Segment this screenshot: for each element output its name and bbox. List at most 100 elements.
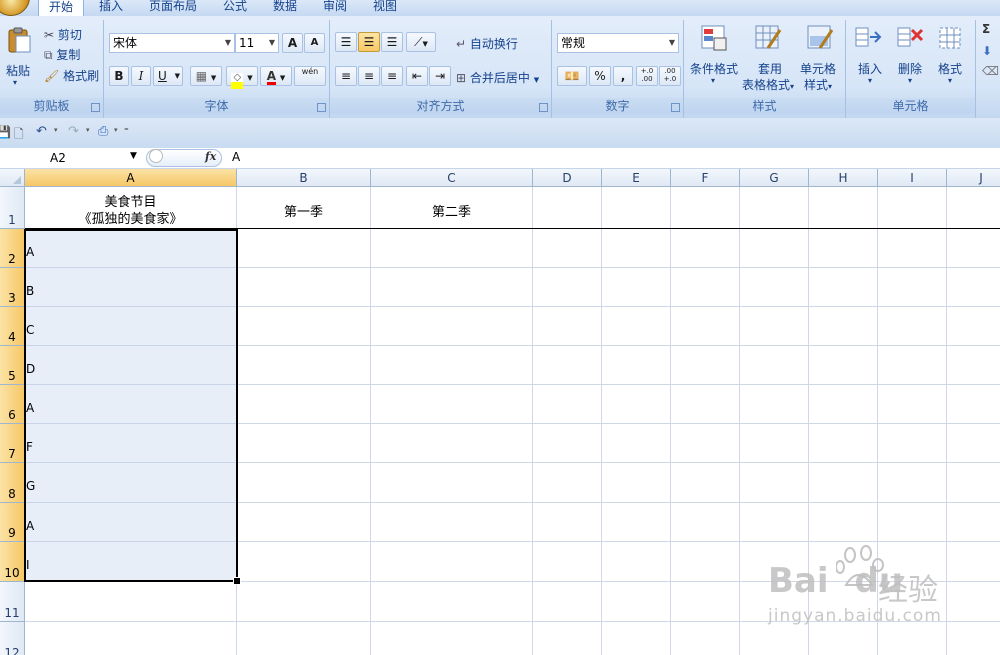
chevron-down-icon[interactable]: ▼ [130, 151, 137, 161]
paste-dropdown-icon[interactable]: ▾ [13, 78, 17, 87]
tab-view[interactable]: 视图 [370, 0, 400, 16]
alignment-launcher-icon[interactable] [539, 103, 548, 112]
align-bottom-button[interactable]: ☰ [381, 32, 403, 52]
align-top-button[interactable]: ☰ [335, 32, 357, 52]
cell-a9[interactable]: A [26, 519, 34, 533]
row-header-11[interactable]: 11 [0, 582, 25, 622]
tab-formulas[interactable]: 公式 [220, 0, 250, 16]
undo-icon[interactable]: ↶ [36, 124, 47, 139]
autosum-button[interactable]: Σ [982, 22, 990, 36]
new-document-icon[interactable]: 🗋 [14, 125, 24, 146]
number-launcher-icon[interactable] [671, 103, 680, 112]
row-header-8[interactable]: 8 [0, 463, 25, 503]
row-header-6[interactable]: 6 [0, 385, 25, 424]
customize-qat-icon[interactable]: ₌ [124, 124, 129, 134]
clear-icon[interactable]: ⌫ [982, 64, 999, 78]
cell-styles-button[interactable]: 样式▾ [804, 76, 832, 93]
chevron-down-icon[interactable]: ▾ [711, 76, 715, 85]
chevron-down-icon[interactable]: ▾ [908, 76, 912, 85]
save-icon[interactable]: 💾 [0, 125, 11, 139]
row-header-5[interactable]: 5 [0, 346, 25, 385]
column-header-j[interactable]: J [947, 169, 1000, 187]
delete-cells-button[interactable]: 删除 [898, 60, 922, 77]
column-header-h[interactable]: H [809, 169, 878, 187]
row-header-9[interactable]: 9 [0, 503, 25, 542]
format-as-table-line1[interactable]: 套用 [758, 60, 782, 77]
cell-a1-line2[interactable]: 《孤独的美食家》 [25, 208, 236, 227]
conditional-format-button[interactable]: 条件格式 [690, 60, 738, 77]
align-right-button[interactable]: ≡ [381, 66, 403, 86]
align-center-button[interactable]: ≡ [358, 66, 380, 86]
row-header-2[interactable]: 2 [0, 229, 25, 268]
italic-button[interactable]: I [131, 66, 151, 86]
row-header-1[interactable]: 1 [0, 187, 25, 229]
fill-color-button[interactable]: ◇ ▼ [226, 66, 258, 89]
select-all-corner[interactable] [0, 169, 25, 187]
formula-input[interactable]: A [232, 150, 240, 164]
redo-icon[interactable]: ↷ [68, 124, 79, 139]
align-left-button[interactable]: ≡ [335, 66, 357, 86]
merge-center-button[interactable]: ⊞ 合并后居中 ▼ [456, 69, 539, 86]
percent-button[interactable]: % [589, 66, 611, 86]
row-header-7[interactable]: 7 [0, 424, 25, 463]
print-preview-icon[interactable]: ⎙ [98, 124, 108, 139]
column-header-c[interactable]: C [371, 169, 533, 187]
tab-page-layout[interactable]: 页面布局 [146, 0, 200, 16]
cell-a7[interactable]: F [26, 440, 33, 454]
chevron-down-icon[interactable]: ▾ [868, 76, 872, 85]
fill-handle[interactable] [233, 577, 241, 585]
cell-b1[interactable]: 第一季 [237, 201, 370, 220]
cell-c1[interactable]: 第二季 [371, 201, 532, 220]
currency-button[interactable]: 💴 [557, 66, 587, 86]
cell-a8[interactable]: G [26, 479, 35, 493]
row-header-12[interactable]: 12 [0, 622, 25, 655]
wrap-text-button[interactable]: ↵ 自动换行 [456, 35, 518, 52]
insert-function-button[interactable]: fx [205, 150, 216, 163]
copy-button[interactable]: ⧉ 复制 [44, 46, 80, 63]
fill-down-icon[interactable]: ⬇ [982, 44, 992, 58]
cell-a5[interactable]: D [26, 362, 35, 376]
shrink-font-button[interactable]: A [304, 33, 325, 53]
row-header-4[interactable]: 4 [0, 307, 25, 346]
cell-a2[interactable]: A [26, 245, 34, 259]
cell-a4[interactable]: C [26, 323, 34, 337]
insert-cells-button[interactable]: 插入 [858, 60, 882, 77]
row-header-3[interactable]: 3 [0, 268, 25, 307]
tab-insert[interactable]: 插入 [94, 0, 128, 16]
name-box[interactable]: A2 ▼ [0, 148, 140, 167]
decrease-indent-button[interactable]: ⇤ [406, 66, 428, 86]
column-header-e[interactable]: E [602, 169, 671, 187]
borders-button[interactable]: ▦ ▼ [190, 66, 222, 86]
align-middle-button[interactable]: ☰ [358, 32, 380, 52]
column-header-d[interactable]: D [533, 169, 602, 187]
comma-button[interactable]: , [613, 66, 633, 86]
font-name-combo[interactable]: 宋体 ▼ [109, 33, 235, 53]
cell-a6[interactable]: A [26, 401, 34, 415]
decrease-decimal-button[interactable]: .00 +.0 [659, 66, 681, 86]
tab-review[interactable]: 审阅 [320, 0, 350, 16]
chevron-down-icon[interactable]: ▾ [948, 76, 952, 85]
number-format-combo[interactable]: 常规 ▼ [557, 33, 679, 53]
phonetic-button[interactable]: wén [294, 66, 326, 86]
office-button[interactable] [0, 0, 30, 16]
cell-styles-line1[interactable]: 单元格 [800, 60, 836, 77]
selected-range[interactable] [24, 229, 238, 582]
tab-data[interactable]: 数据 [270, 0, 300, 16]
cut-button[interactable]: ✂ 剪切 [44, 26, 82, 43]
orientation-button[interactable]: ⟋▼ [406, 32, 436, 52]
cell-a3[interactable]: B [26, 284, 34, 298]
format-as-table-button[interactable]: 表格格式▾ [742, 76, 794, 93]
column-header-g[interactable]: G [740, 169, 809, 187]
cell-a10[interactable]: I [26, 558, 30, 572]
font-color-button[interactable]: A ▼ [260, 66, 292, 86]
chevron-down-icon[interactable]: ▾ [114, 126, 118, 134]
row-header-10[interactable]: 10 [0, 542, 25, 582]
column-header-a[interactable]: A [25, 169, 237, 187]
grow-font-button[interactable]: A [282, 33, 303, 53]
chevron-down-icon[interactable]: ▾ [86, 126, 90, 134]
format-painter-button[interactable]: 🖌 格式刷 [44, 67, 99, 84]
column-header-f[interactable]: F [671, 169, 740, 187]
bold-button[interactable]: B [109, 66, 129, 86]
underline-button[interactable]: U ▼ [153, 66, 183, 86]
chevron-down-icon[interactable]: ▾ [54, 126, 58, 134]
